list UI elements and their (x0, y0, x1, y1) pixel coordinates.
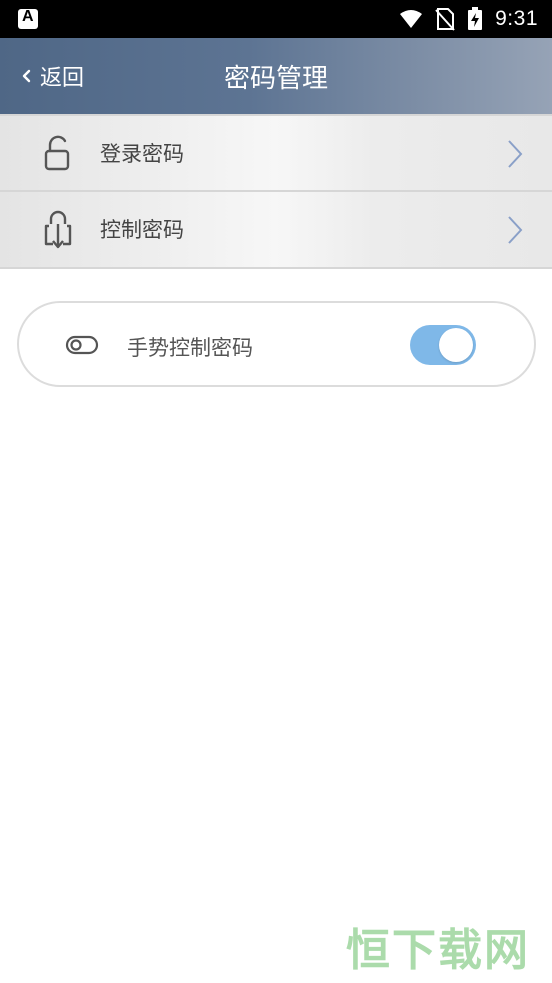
wifi-icon (400, 10, 423, 28)
toggle-outline-icon (65, 335, 99, 355)
battery-charging-icon (468, 7, 483, 30)
app-notification-icon (18, 8, 38, 29)
gesture-password-switch[interactable] (410, 325, 476, 365)
password-settings-list: 登录密码 控制密码 (0, 114, 552, 269)
gesture-password-label: 手势控制密码 (127, 336, 253, 360)
no-sim-icon (435, 8, 455, 31)
status-time: 9:31 (495, 7, 538, 30)
lock-download-icon (44, 210, 72, 249)
control-password-row[interactable]: 控制密码 (0, 192, 552, 269)
gesture-password-card: 手势控制密码 (17, 301, 536, 387)
login-password-row[interactable]: 登录密码 (0, 114, 552, 192)
chevron-right-icon (508, 216, 523, 244)
status-bar: 9:31 (0, 0, 552, 38)
status-icons: 9:31 (399, 6, 538, 32)
switch-knob (439, 328, 473, 362)
nav-bar: 返回 密码管理 (0, 38, 552, 114)
watermark-logo: 恒下载网 (346, 925, 530, 976)
login-password-label: 登录密码 (100, 142, 184, 166)
control-password-label: 控制密码 (100, 218, 184, 242)
unlock-icon (44, 135, 70, 171)
chevron-right-icon (508, 140, 523, 168)
page-title: 密码管理 (223, 64, 328, 94)
